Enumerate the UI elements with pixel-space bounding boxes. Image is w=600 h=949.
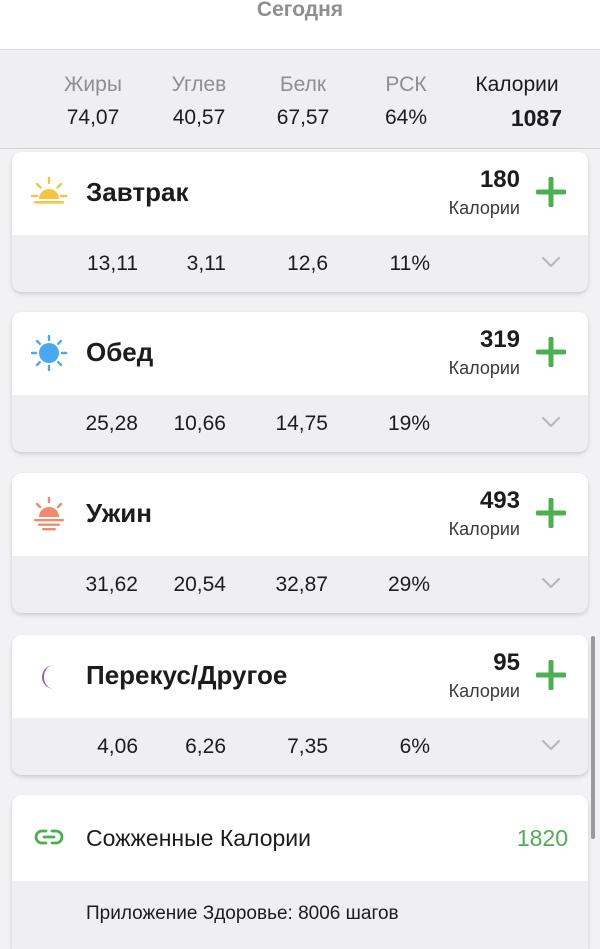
summary-rsk-value: 64% [384,106,428,129]
meal-protein: 7,35 [287,735,328,758]
link-icon [34,829,64,845]
meal-calories-label: Калории [448,198,520,218]
meal-calories-label: Калории [448,681,520,701]
summary-carbs-value: 40,57 [172,106,226,129]
meal-card-lunch[interactable]: Обед 319 Калории 25,28 10,66 14,75 19% [12,312,588,452]
chevron-down-icon[interactable] [540,255,562,269]
chevron-down-icon[interactable] [540,576,562,590]
meal-name: Завтрак [86,177,189,207]
summary-calories-value: 1087 [510,105,562,131]
meal-macros-row[interactable]: 31,62 20,54 32,87 29% [12,556,588,613]
meal-fat: 25,28 [85,412,138,435]
add-food-button[interactable] [534,496,568,530]
meal-macros-row[interactable]: 13,11 3,11 12,6 11% [12,235,588,292]
page-title: Сегодня [256,0,344,21]
meal-macros-row[interactable]: 4,06 6,26 7,35 6% [12,718,588,775]
summary-rsk-label: РСК [385,73,427,96]
add-food-button[interactable] [534,175,568,209]
meal-rsk: 6% [399,735,430,758]
meal-rsk: 19% [387,412,430,435]
chevron-down-icon[interactable] [540,415,562,429]
meal-calories: 180 [479,166,520,193]
meal-carbs: 10,66 [173,412,226,435]
meal-fat: 31,62 [85,573,138,596]
meal-rsk: 11% [389,252,430,275]
summary-fat-value: 74,07 [66,106,120,129]
meal-protein: 12,6 [287,252,328,275]
meal-calories-label: Калории [448,358,520,378]
summary-fat-label: Жиры [64,73,122,96]
meal-protein: 32,87 [275,573,328,596]
sun-icon [30,334,68,372]
burned-calories-card[interactable]: Сожженные Калории 1820 Приложение Здоров… [12,795,588,949]
meal-rsk: 29% [387,573,430,596]
moon-icon [42,665,54,689]
summary-calories: Калории 1087 [466,73,568,130]
summary-protein-value: 67,57 [276,106,330,129]
meal-calories-label: Калории [448,519,520,539]
summary-calories-label: Калории [475,73,559,96]
summary-protein: Белк 67,57 [268,73,338,130]
meal-fat: 4,06 [97,735,138,758]
meal-card-dinner[interactable]: Ужин 493 Калории 31,62 20,54 32,87 29% [12,473,588,613]
meal-carbs: 20,54 [173,573,226,596]
meal-macros-row[interactable]: 25,28 10,66 14,75 19% [12,395,588,452]
summary-rsk: РСК 64% [376,73,436,130]
add-food-button[interactable] [534,658,568,692]
sunset-icon [34,496,64,531]
add-food-button[interactable] [534,335,568,369]
meal-header[interactable]: Обед 319 Калории [12,312,588,395]
meal-carbs: 3,11 [186,252,226,275]
summary-carbs-label: Углев [171,73,227,96]
meal-card-snack[interactable]: Перекус/Другое 95 Калории 4,06 6,26 7,35… [12,635,588,775]
meal-carbs: 6,26 [185,735,226,758]
meal-header[interactable]: Перекус/Другое 95 Калории [12,635,588,718]
top-bar: Сегодня [0,0,600,50]
meal-calories: 493 [479,487,520,514]
sunrise-icon [30,176,68,204]
burned-calories-header[interactable]: Сожженные Калории 1820 [12,795,588,881]
meal-fat: 13,11 [87,252,138,275]
summary-protein-label: Белк [279,73,327,96]
health-app-steps: Приложение Здоровье: 8006 шагов [86,903,399,924]
meal-calories: 319 [479,326,520,353]
burned-calories-label: Сожженные Калории [86,825,311,851]
health-app-row: Приложение Здоровье: 8006 шагов [12,881,588,949]
meal-name: Перекус/Другое [86,660,288,690]
meal-card-breakfast[interactable]: Завтрак 180 Калории 13,11 3,11 12,6 11% [12,152,588,292]
summary-carbs: Углев 40,57 [163,73,235,130]
meal-name: Обед [86,337,154,367]
daily-summary: Жиры 74,07 Углев 40,57 Белк 67,57 РСК 64… [0,51,600,149]
summary-fat: Жиры 74,07 [58,73,128,130]
meal-header[interactable]: Завтрак 180 Калории [12,152,588,235]
meal-header[interactable]: Ужин 493 Калории [12,473,588,556]
burned-calories-value: 1820 [516,825,568,851]
meal-protein: 14,75 [275,412,328,435]
meal-calories: 95 [493,649,520,676]
chevron-down-icon[interactable] [540,738,562,752]
scrollbar[interactable] [591,636,595,839]
meal-name: Ужин [86,498,152,528]
